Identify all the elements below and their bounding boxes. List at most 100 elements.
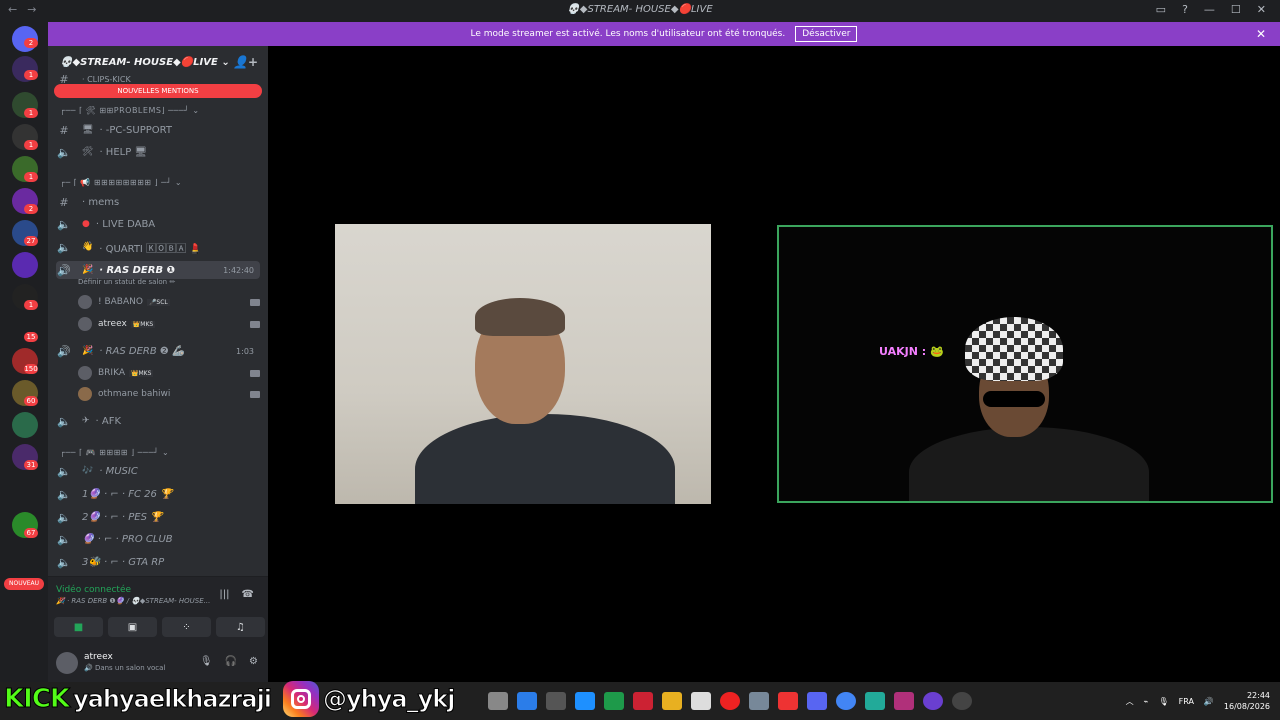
camera-button[interactable]: ■ [54, 617, 103, 637]
soundboard-button[interactable]: ♫ [216, 617, 265, 637]
channel-proclub[interactable]: 🔈 🔮 · ⌐ · PRO CLUB [56, 530, 260, 548]
edge-icon[interactable] [575, 692, 595, 710]
network-icon[interactable]: ⌁ [1144, 697, 1149, 706]
current-user-name[interactable]: atreex [84, 652, 113, 662]
server-badge: 2 [24, 204, 38, 214]
server-list: 2 1 1 1 1 2 27 1 15 150 60 31 67 NOUVEAU [0, 22, 48, 682]
chevron-up-icon[interactable]: ︿ [1126, 696, 1134, 707]
channel-clips[interactable]: # · CLIPS-KICK [56, 73, 260, 86]
user-name: ! BABANO [98, 297, 143, 307]
copilot-icon[interactable] [517, 692, 537, 710]
headphones-icon[interactable]: 🎧 [225, 656, 237, 667]
window-controls: ▭ ? — ☐ ✕ [1156, 3, 1266, 16]
user-name: BRIKA [98, 368, 125, 378]
channel-pes[interactable]: 🔈 2🔮 · ⌐ · PES 🏆 [56, 508, 260, 526]
vegas-icon[interactable] [894, 692, 914, 710]
instagram-logo-icon [283, 681, 320, 717]
person-hair [475, 298, 565, 336]
channel-label: 2🔮 · ⌐ · PES 🏆 [82, 511, 163, 523]
noise-suppression-icon[interactable]: ||| [219, 589, 229, 600]
voice-user[interactable]: ! BABANO 🎤SCL [78, 293, 260, 311]
channel-pc-support[interactable]: # 🖥 · -PC-SUPPORT [56, 121, 260, 139]
clock[interactable]: 22:44 16/08/2026 [1224, 690, 1270, 712]
channel-afk[interactable]: 🔈 ✈ · AFK [56, 412, 260, 430]
opera-icon[interactable] [720, 692, 740, 710]
channel-ras-derb-1[interactable]: 🔊 🎉 · RAS DERB ❶ 1:42:40 [56, 261, 260, 279]
instagram-username: @yhya_ykj [323, 685, 456, 714]
channel-label: 3🐝 · ⌐ · GTA RP [82, 556, 165, 568]
channel-fc26[interactable]: 🔈 1🔮 · ⌐ · FC 26 🏆 [56, 485, 260, 503]
clock-date: 16/08/2026 [1223, 702, 1270, 711]
mail-icon[interactable] [633, 692, 653, 710]
settings-gear-icon[interactable]: ⚙ [249, 656, 258, 667]
video-tile-speaking[interactable]: UAKJN : 🐸 [777, 225, 1273, 503]
close-window-button[interactable]: ✕ [1257, 3, 1266, 16]
activities-button[interactable]: ⁘ [162, 617, 211, 637]
channel-help[interactable]: 🔈 🛠 · HELP 🖥 [56, 143, 260, 161]
photos-icon[interactable] [749, 692, 769, 710]
new-mentions-pill[interactable]: NOUVELLES MENTIONS [54, 84, 262, 98]
banner-text: Le mode streamer est activé. Les noms d'… [470, 29, 786, 39]
discord-icon[interactable] [807, 692, 827, 710]
excel-icon[interactable] [604, 692, 624, 710]
camera-icon [250, 390, 260, 398]
language-indicator[interactable]: FRA [1179, 697, 1194, 706]
tools-icon: 🛠 [82, 147, 94, 157]
plane-icon: ✈ [82, 416, 90, 426]
user-panel-controls: 🎙 🎧 ⚙ [200, 656, 258, 667]
speaker-icon: 🔈 [57, 510, 71, 524]
chrome-icon[interactable] [836, 692, 856, 710]
steam-icon[interactable] [952, 692, 972, 710]
minimize-button[interactable]: — [1204, 3, 1215, 16]
voice-connected-label[interactable]: Vidéo connectée [56, 585, 131, 595]
hash-icon: # [59, 123, 69, 137]
disable-streamer-button[interactable]: Désactiver [795, 26, 858, 42]
help-icon[interactable]: ? [1182, 3, 1188, 16]
channel-label: 1🔮 · ⌐ · FC 26 🏆 [82, 488, 173, 500]
voice-user[interactable]: atreex 👑MKS [78, 315, 260, 333]
server-icon[interactable] [12, 412, 38, 438]
video-tile[interactable] [335, 224, 711, 504]
disconnect-icon[interactable]: ☎ [242, 589, 254, 600]
voice-channel-path[interactable]: 🎉 · RAS DERB ❶🔮 / 💀◆STREAM- HOUSE... [56, 597, 210, 605]
store-icon[interactable] [691, 692, 711, 710]
voice-panel-icons: ||| ☎ [219, 589, 254, 600]
avatar[interactable] [56, 652, 78, 674]
speaker-icon: 🔈 [57, 487, 71, 501]
channel-live-daba[interactable]: 🔈 ● · LIVE DABA [56, 215, 260, 233]
avatar [78, 317, 92, 331]
edge-dev-icon[interactable] [865, 692, 885, 710]
inbox-icon[interactable]: ▭ [1156, 3, 1166, 16]
person-silhouette [909, 427, 1149, 501]
set-channel-status[interactable]: Définir un statut de salon ✏ [78, 278, 175, 286]
maximize-button[interactable]: ☐ [1231, 3, 1241, 16]
kick-logo: KICK [3, 684, 70, 715]
category-games[interactable]: ┌── ⌈ 🎮 ⊞⊞⊞⊞ ⌋ ───┘ ⌄ [60, 448, 169, 457]
folder-icon[interactable] [662, 692, 682, 710]
voice-user[interactable]: BRIKA 👑MKS [78, 364, 260, 382]
server-icon[interactable] [12, 252, 38, 278]
channel-music[interactable]: 🔈 🎶 · MUSIC [56, 462, 260, 480]
voice-user[interactable]: othmane bahiwi [78, 385, 260, 403]
category-media[interactable]: ┌─ ⌈ 📢 ⊞⊞⊞⊞⊞⊞⊞⊞ ⌋ ─┘ ⌄ [60, 178, 182, 187]
video-stage: UAKJN : 🐸 [268, 46, 1280, 682]
channel-gtarp[interactable]: 🔈 3🐝 · ⌐ · GTA RP [56, 553, 260, 571]
banner-close-icon[interactable]: ✕ [1256, 27, 1266, 41]
invite-icon[interactable]: 👤+ [233, 55, 258, 69]
new-servers-badge[interactable]: NOUVEAU [4, 578, 44, 590]
file-icon[interactable] [488, 692, 508, 710]
speaker-icon: 🔈 [57, 464, 71, 478]
guild-name: 💀◆STREAM- HOUSE◆🔴LIVE ⌄ [60, 56, 230, 68]
microphone-icon[interactable]: 🎙 [200, 656, 213, 667]
mic-tray-icon[interactable]: 🎙 [1158, 697, 1168, 706]
channel-mems[interactable]: # · mems [56, 193, 260, 211]
channel-ras-derb-2[interactable]: 🔊 🎉 · RAS DERB ❷ 🦾 1:03 [56, 342, 260, 360]
wps-icon[interactable] [778, 692, 798, 710]
volume-icon[interactable]: 🔊 [1204, 697, 1214, 706]
screen-share-button[interactable]: ▣ [108, 617, 157, 637]
category-problems[interactable]: ┌── ⌈ 🛠 ⊞⊞PROBLEMS⌋ ───┘ ⌄ [60, 106, 200, 115]
channel-label: · mems [82, 196, 120, 208]
channel-quarti[interactable]: 🔈 👋 · QUARTI 🄺🄾🄱🄰 💄 [56, 238, 260, 256]
xbox-icon[interactable] [546, 692, 566, 710]
obs-icon[interactable] [923, 692, 943, 710]
